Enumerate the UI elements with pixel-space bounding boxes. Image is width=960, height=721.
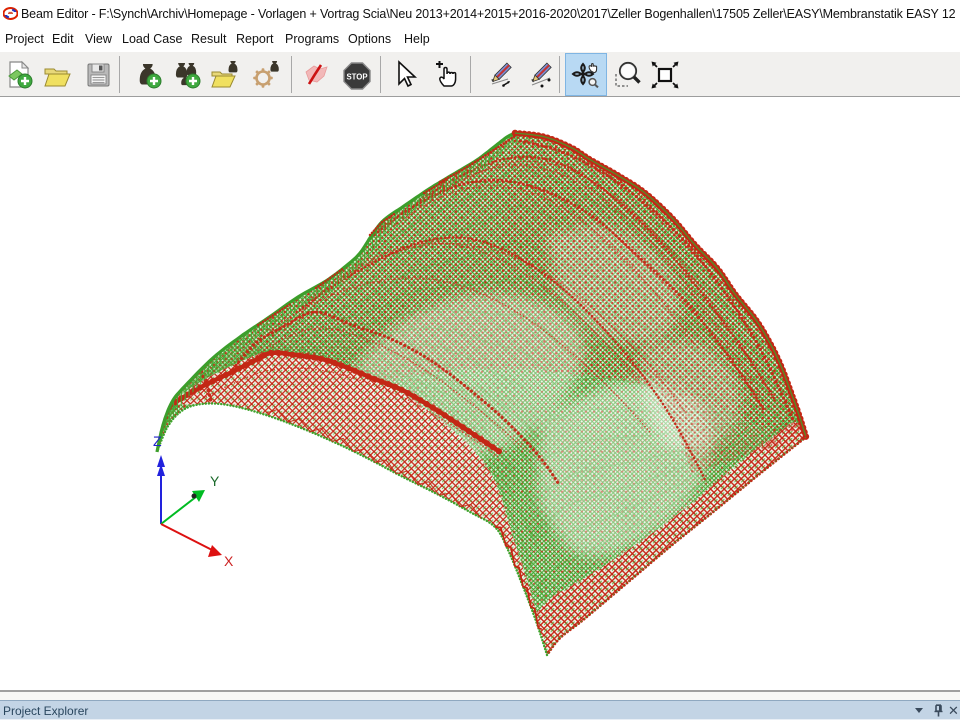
svg-text:Y: Y — [210, 473, 220, 489]
svg-text:Z: Z — [153, 433, 162, 449]
svg-text:X: X — [224, 553, 234, 569]
svg-text:STOP: STOP — [346, 73, 367, 82]
